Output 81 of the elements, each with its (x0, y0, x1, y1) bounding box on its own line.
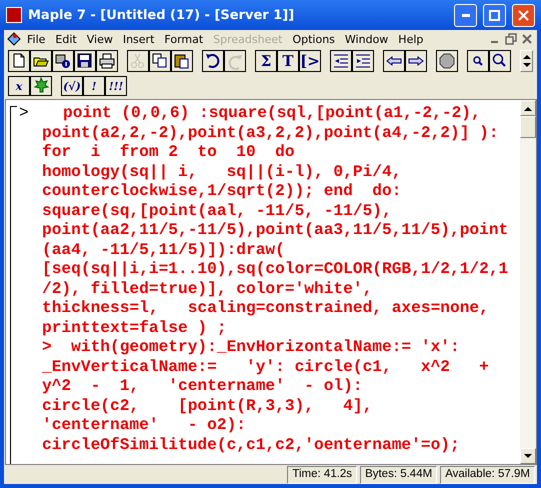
toolbar-button[interactable] (352, 50, 374, 72)
document-icon (6, 31, 22, 47)
toolbar-button[interactable] (96, 50, 118, 72)
code-line: printtext=false ) ; (42, 318, 228, 338)
menu-item[interactable]: Window (340, 32, 394, 46)
code-line: circleOfSimilitude(c,c1,c2,'oentername'=o); (42, 436, 461, 455)
copy-icon (151, 52, 169, 70)
code-line: square(sq,[point(aal, -11/5, -11/5), (42, 202, 393, 221)
code-line: for i from 2 to 10 do (42, 143, 296, 162)
status-cell: Bytes: 5.44M (360, 466, 438, 484)
redo-icon (226, 52, 244, 70)
code-line: > with(geometry):_EnvHorizontalName:= 'x': (42, 338, 461, 358)
scroll-thumb[interactable] (520, 116, 536, 138)
toolbar-button[interactable] (171, 50, 193, 72)
minimize-icon (462, 14, 470, 16)
menu-item[interactable]: Format (159, 32, 208, 46)
toolbar-button[interactable]: Σ (255, 50, 277, 72)
close-button[interactable] (512, 4, 535, 26)
up-down-arrows-icon (522, 52, 532, 70)
info-icon (54, 52, 72, 70)
up-arrow-icon (524, 106, 532, 110)
toolbar-button[interactable]: ! (83, 76, 105, 96)
menu-item[interactable]: Edit (50, 32, 82, 46)
toolbar-button[interactable] (467, 50, 489, 72)
status-cell: Time: 41.2s (287, 466, 358, 484)
close-icon[interactable] (521, 33, 533, 45)
toolbar-button[interactable] (74, 50, 96, 72)
indent-icon (354, 52, 372, 70)
code-line: [seq(sq||i,i=1..10),sq(color=COLOR(RGB,1/2,1/2,1 (42, 260, 510, 280)
restore-icon[interactable] (505, 33, 517, 45)
code-line: homology(sq|| i, sq||(i-l), 0,Pi/4, (42, 162, 402, 182)
menu-item[interactable]: View (82, 32, 118, 46)
menu-item[interactable]: Help (393, 32, 428, 46)
app-icon (6, 7, 22, 23)
toolbar-button[interactable] (489, 50, 511, 72)
maximize-icon (489, 10, 500, 20)
toolbar-scroll[interactable] (520, 50, 533, 72)
toolbar-button[interactable] (30, 50, 52, 72)
code-line: /2), filled=true)], color='white', (42, 280, 374, 299)
menu-item[interactable]: File (22, 32, 50, 46)
scrollbar[interactable] (520, 100, 536, 464)
toolbar-button[interactable] (330, 50, 352, 72)
maximize-button[interactable] (483, 4, 506, 26)
code-line: circle(c2, [point(R,3,3), 4], (42, 396, 374, 416)
menu-item[interactable]: Options (287, 32, 340, 46)
toolbar-button[interactable]: (√) (61, 76, 83, 96)
maple-leaf-icon (32, 77, 50, 95)
prompt: > (19, 104, 29, 124)
scissors-icon (129, 52, 147, 70)
code-line: 'centername' - o2): (42, 416, 247, 436)
toolbar-button[interactable]: x (8, 76, 30, 96)
toolbar-button[interactable] (436, 50, 458, 72)
code-line: point(a2,2,-2),point(a3,2,2),point(a4,-2,2)] ): (42, 124, 500, 143)
outdent-icon (332, 52, 350, 70)
down-arrow-icon (524, 454, 532, 458)
stop-sign-icon (438, 52, 456, 70)
minimize-button[interactable] (454, 4, 477, 26)
status-cell: Available: 57.9M (440, 466, 535, 484)
clipboard-icon (173, 52, 191, 70)
toolbar-button[interactable]: T (277, 50, 299, 72)
close-icon (518, 10, 529, 20)
code-line: counterclockwise,1/sqrt(2)); end do: (42, 182, 402, 202)
toolbar-button[interactable] (383, 50, 405, 72)
code-line: point (0,0,6) :square(sql,[point(a1,-2,-2), (62, 104, 482, 124)
code-line: point(aa2,11/5,-11/5),point(aa3,11/5,11/5),point (42, 221, 510, 240)
toolbar-button[interactable] (8, 50, 30, 72)
code-line: thickness=l, scaling=constrained, axes=none, (42, 299, 490, 318)
toolbar-button[interactable] (149, 50, 171, 72)
toolbar-button[interactable] (202, 50, 224, 72)
toolbar-button[interactable] (52, 50, 74, 72)
toolbar-button[interactable]: [> (299, 50, 321, 72)
toolbar-button[interactable]: !!! (105, 76, 127, 96)
window-title: Maple 7 - [Untitled (17) - [Server 1]] (28, 8, 296, 22)
toolbar-button[interactable] (30, 76, 52, 96)
code-line: _EnvVerticalName:= 'y': circle(c1, x^2 + (42, 358, 490, 377)
toolbar-button[interactable] (405, 50, 427, 72)
code-line: y^2 - 1, 'centername' - ol): (42, 377, 364, 396)
code-line: (aa4, -11/5,11/5)]):draw( (42, 240, 286, 260)
menu-item[interactable]: Insert (118, 32, 160, 46)
printer-icon (98, 52, 116, 70)
undo-icon (204, 52, 222, 70)
